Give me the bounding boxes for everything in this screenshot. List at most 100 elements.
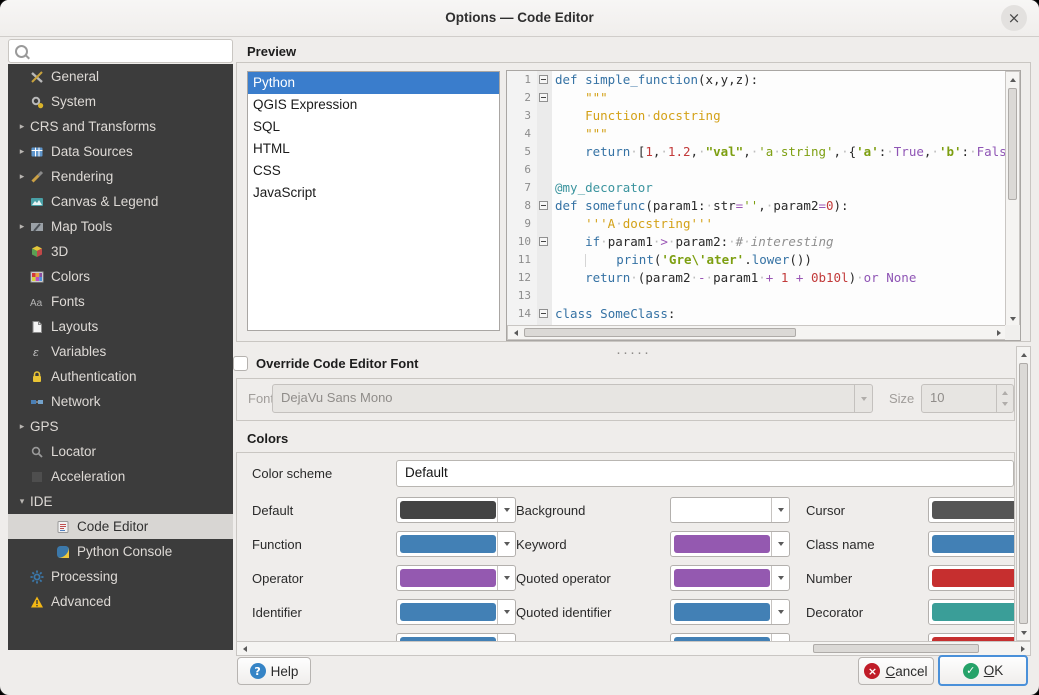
chevron-down-icon[interactable] [771,600,789,624]
code-text [552,161,555,179]
color-swatch-clipped[interactable] [928,633,1015,641]
expand-arrow-icon[interactable]: ▸ [8,121,30,132]
scrollbar-thumb[interactable] [813,644,979,653]
sidebar-item-gps[interactable]: ▸GPS [8,414,233,439]
color-swatch-operator[interactable] [396,565,516,591]
sidebar-item-general[interactable]: General [8,64,233,89]
color-swatch-clipped[interactable] [396,633,516,641]
language-item-css[interactable]: CSS [248,160,499,182]
language-item-javascript[interactable]: JavaScript [248,182,499,204]
color-label-class-name: Class name [790,537,928,552]
chevron-down-icon[interactable] [497,532,515,556]
sidebar-item-network[interactable]: Network [8,389,233,414]
code-text [552,287,555,305]
code-horizontal-scrollbar[interactable] [507,325,1007,340]
color-swatch-background[interactable] [670,497,790,523]
scroll-right-icon[interactable] [1016,642,1029,655]
titlebar[interactable]: Options — Code Editor [0,0,1039,37]
chevron-down-icon[interactable] [771,498,789,522]
swatch-color-fill [400,569,496,587]
chevron-down-icon[interactable] [497,600,515,624]
fold-collapse-icon[interactable] [539,309,548,318]
chevron-down-icon[interactable] [497,498,515,522]
close-icon[interactable]: × [1001,5,1027,31]
scroll-down-icon[interactable] [1017,626,1030,639]
override-font-checkbox[interactable] [233,356,248,371]
chevron-down-icon[interactable] [771,634,789,641]
color-swatch-function[interactable] [396,531,516,557]
scroll-left-icon[interactable] [509,326,522,339]
sidebar-item-3d[interactable]: 3D [8,239,233,264]
cancel-button[interactable]: × Cancel [858,657,934,685]
splitter-handle[interactable]: ····· [236,344,1031,352]
code-line: 3 Function·docstring [507,107,1005,125]
sidebar-item-code-editor[interactable]: Code Editor [8,514,233,539]
ok-button[interactable]: ✓ OK [938,655,1028,686]
fold-column [537,89,552,107]
color-swatch-class-name[interactable] [928,531,1015,557]
sidebar-item-label: Network [51,394,101,409]
fold-collapse-icon[interactable] [539,201,548,210]
scroll-up-icon[interactable] [1006,73,1019,86]
scroll-down-icon[interactable] [1006,312,1019,325]
color-swatch-cursor[interactable] [928,497,1015,523]
panel-horizontal-scrollbar[interactable] [236,641,1031,656]
code-editor-preview[interactable]: 1def simple_function(x,y,z):2 """3 Funct… [507,71,1005,325]
expand-arrow-icon[interactable]: ▸ [8,171,30,182]
language-item-sql[interactable]: SQL [248,116,499,138]
scrollbar-thumb[interactable] [1019,363,1028,624]
color-swatch-identifier[interactable] [396,599,516,625]
color-swatch-number[interactable] [928,565,1015,591]
sidebar-item-processing[interactable]: Processing [8,564,233,589]
code-vertical-scrollbar[interactable] [1005,71,1020,327]
sidebar-item-ide[interactable]: ▾IDE [8,489,233,514]
sidebar-item-data-sources[interactable]: ▸Data Sources [8,139,233,164]
collapse-arrow-icon[interactable]: ▾ [8,496,30,507]
color-swatch-keyword[interactable] [670,531,790,557]
chevron-down-icon[interactable] [771,532,789,556]
search-input[interactable] [31,41,231,63]
scrollbar-thumb[interactable] [1008,88,1017,200]
color-swatch-quoted-identifier[interactable] [670,599,790,625]
sidebar-item-authentication[interactable]: Authentication [8,364,233,389]
fold-collapse-icon[interactable] [539,75,548,84]
panel-vertical-scrollbar[interactable] [1016,346,1031,641]
chevron-down-icon[interactable] [497,634,515,641]
color-scheme-combobox[interactable]: Default [396,460,1014,487]
language-item-html[interactable]: HTML [248,138,499,160]
scroll-left-icon[interactable] [238,642,251,655]
language-item-qgis-expression[interactable]: QGIS Expression [248,94,499,116]
sidebar-item-canvas-legend[interactable]: Canvas & Legend [8,189,233,214]
sidebar-item-system[interactable]: System [8,89,233,114]
help-button[interactable]: ? Help [237,657,311,685]
expand-arrow-icon[interactable]: ▸ [8,221,30,232]
expand-arrow-icon[interactable]: ▸ [8,421,30,432]
swatch-color-fill [674,603,770,621]
sidebar-item-label: Locator [51,444,96,459]
scrollbar-thumb[interactable] [524,328,796,337]
language-item-python[interactable]: Python [248,72,499,94]
sidebar-item-crs-and-transforms[interactable]: ▸CRS and Transforms [8,114,233,139]
chevron-down-icon[interactable] [771,566,789,590]
scroll-up-icon[interactable] [1017,348,1030,361]
chevron-down-icon[interactable] [497,566,515,590]
sidebar-item-python-console[interactable]: Python Console [8,539,233,564]
expand-arrow-icon[interactable]: ▸ [8,146,30,157]
sidebar-item-map-tools[interactable]: ▸Map Tools [8,214,233,239]
sidebar-item-rendering[interactable]: ▸Rendering [8,164,233,189]
sidebar-item-advanced[interactable]: Advanced [8,589,233,614]
sidebar-item-acceleration[interactable]: Acceleration [8,464,233,489]
sidebar-item-layouts[interactable]: Layouts [8,314,233,339]
color-swatch-decorator[interactable] [928,599,1015,625]
search-box[interactable] [8,39,233,63]
sidebar-item-colors[interactable]: Colors [8,264,233,289]
sidebar-item-fonts[interactable]: AaFonts [8,289,233,314]
sidebar-item-locator[interactable]: Locator [8,439,233,464]
scroll-right-icon[interactable] [992,326,1005,339]
color-swatch-quoted-operator[interactable] [670,565,790,591]
fold-collapse-icon[interactable] [539,237,548,246]
color-swatch-default[interactable] [396,497,516,523]
sidebar-item-variables[interactable]: εVariables [8,339,233,364]
fold-collapse-icon[interactable] [539,93,548,102]
color-swatch-clipped[interactable] [670,633,790,641]
